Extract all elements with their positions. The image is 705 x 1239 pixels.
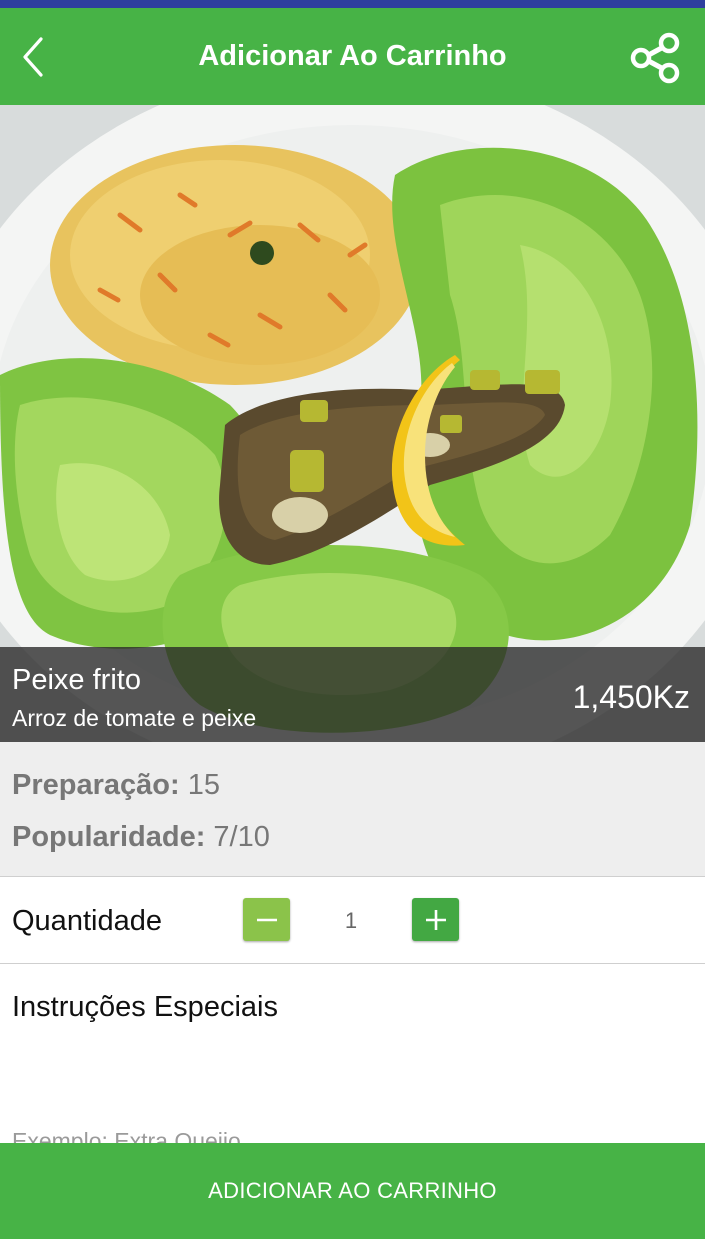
plus-icon [425, 909, 446, 930]
quantity-value: 1 [344, 908, 358, 933]
share-button[interactable] [626, 30, 686, 86]
dish-info-overlay: Peixe frito Arroz de tomate e peixe 1,45… [0, 647, 705, 742]
dish-details: Preparação: 15 Popularidade: 7/10 [0, 742, 705, 876]
status-bar [0, 0, 705, 8]
preparation-label: Preparação: [12, 769, 180, 801]
divider [0, 963, 705, 964]
special-instructions-label: Instruções Especiais [12, 991, 278, 1023]
preparation-value: 15 [187, 769, 220, 801]
preparation-row: Preparação: 15 [12, 769, 220, 802]
dish-name: Peixe frito [12, 664, 141, 696]
page-title: Adicionar Ao Carrinho [198, 40, 507, 72]
popularity-label: Popularidade: [12, 821, 206, 853]
dish-description: Arroz de tomate e peixe [12, 705, 257, 731]
quantity-decrease-button[interactable] [243, 898, 290, 941]
back-button[interactable] [8, 30, 58, 84]
add-to-cart-button[interactable]: ADICIONAR AO CARRINHO [0, 1143, 705, 1239]
divider [0, 876, 705, 877]
popularity-row: Popularidade: 7/10 [12, 821, 270, 854]
special-instructions-input[interactable] [0, 1040, 705, 1144]
minus-icon [256, 918, 277, 921]
dish-price: 1,450Kz [572, 679, 690, 715]
quantity-increase-button[interactable] [412, 898, 459, 941]
share-icon [630, 32, 680, 84]
popularity-value: 7/10 [213, 821, 270, 853]
dish-image: Peixe frito Arroz de tomate e peixe 1,45… [0, 105, 705, 742]
quantity-label: Quantidade [12, 905, 162, 937]
chevron-left-icon [23, 37, 43, 77]
app-bar: Adicionar Ao Carrinho [0, 8, 705, 105]
